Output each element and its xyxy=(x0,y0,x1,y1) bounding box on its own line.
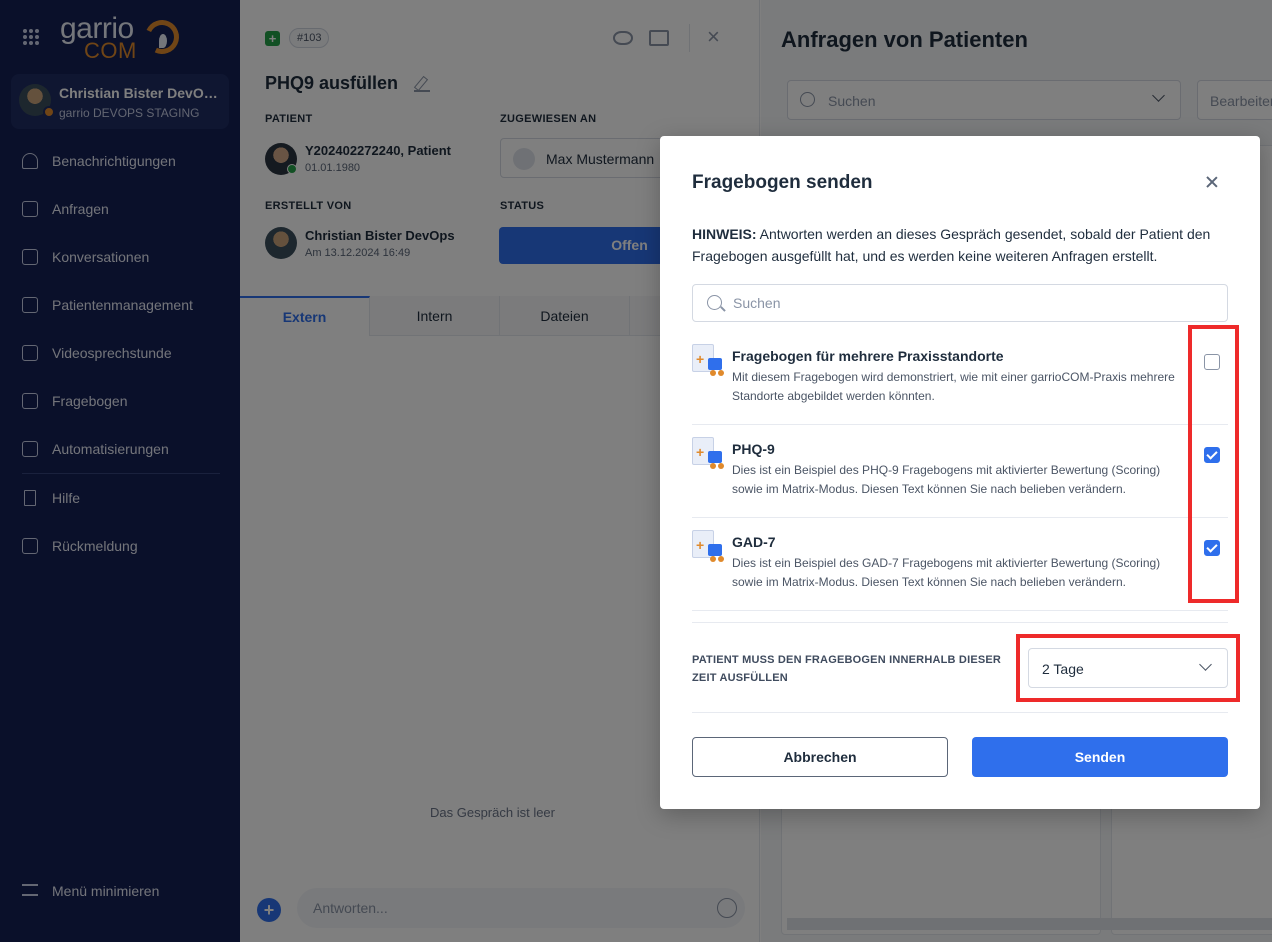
questionnaire-description: Mit diesem Fragebogen wird demonstriert,… xyxy=(732,370,1175,403)
questionnaire-item[interactable]: + Fragebogen für mehrere Praxisstandorte… xyxy=(692,332,1228,425)
questionnaire-description: Dies ist ein Beispiel des GAD-7 Fragebog… xyxy=(732,556,1161,589)
hint-label: HINWEIS: xyxy=(692,226,757,242)
close-icon[interactable] xyxy=(1202,173,1222,193)
questionnaire-icon: + xyxy=(692,437,724,471)
send-questionnaire-dialog: Fragebogen senden HINWEIS: Antworten wer… xyxy=(660,136,1260,809)
questionnaire-icon: + xyxy=(692,530,724,564)
due-time-label: PATIENT MUSS DEN FRAGEBOGEN INNERHALB DI… xyxy=(692,654,1002,684)
section-divider xyxy=(692,712,1228,713)
questionnaire-title: PHQ-9 xyxy=(732,441,775,457)
questionnaire-item[interactable]: + GAD-7 Dies ist ein Beispiel des GAD-7 … xyxy=(692,518,1228,611)
hint-text: HINWEIS: Antworten werden an dieses Gesp… xyxy=(692,223,1232,267)
dialog-title: Fragebogen senden xyxy=(692,172,873,193)
send-button[interactable]: Senden xyxy=(972,737,1228,777)
highlight-checkboxes-annotation xyxy=(1188,325,1239,603)
highlight-due-select-annotation xyxy=(1016,634,1240,702)
search-icon xyxy=(707,295,722,310)
cancel-button[interactable]: Abbrechen xyxy=(692,737,948,777)
questionnaire-item[interactable]: + PHQ-9 Dies ist ein Beispiel des PHQ-9 … xyxy=(692,425,1228,518)
section-divider xyxy=(692,622,1228,623)
questionnaire-icon: + xyxy=(692,344,724,378)
questionnaire-search-input[interactable]: Suchen xyxy=(692,284,1228,322)
questionnaire-title: GAD-7 xyxy=(732,534,776,550)
questionnaire-title: Fragebogen für mehrere Praxisstandorte xyxy=(732,348,1004,364)
questionnaire-description: Dies ist ein Beispiel des PHQ-9 Fragebog… xyxy=(732,463,1161,496)
hint-body: Antworten werden an dieses Gespräch gese… xyxy=(692,226,1211,264)
search-placeholder: Suchen xyxy=(733,295,781,311)
